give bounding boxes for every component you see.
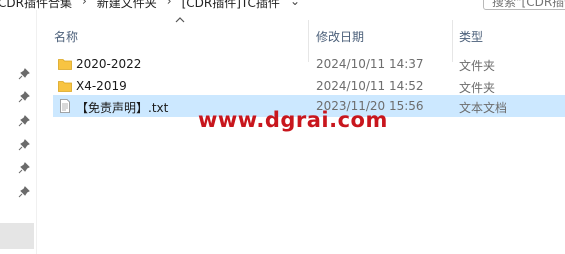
file-row[interactable]: 2020-2022 2024/10/11 14:37 文件夹 [53,53,565,75]
column-name[interactable]: 名称 [54,28,78,45]
pin-icon[interactable] [18,162,30,174]
folder-icon [58,81,72,92]
search-box[interactable] [483,0,565,10]
chevron-right-icon: › [166,0,172,8]
watermark: www.dgrai.com [198,108,388,132]
breadcrumb[interactable]: CDR插件合集 › 新建文件夹 › [CDR插件]TC插件 ⌄ [0,0,300,10]
search-input[interactable] [492,0,565,9]
navigation-pane [0,10,37,254]
file-date: 2024/10/11 14:37 [316,57,424,71]
file-name[interactable]: 2020-2022 [76,57,141,71]
breadcrumb-item[interactable]: [CDR插件]TC插件 [182,0,280,10]
breadcrumb-item[interactable]: CDR插件合集 [0,0,72,10]
file-type: 文本文档 [459,101,508,115]
nav-item-selected[interactable] [0,223,34,249]
file-row[interactable]: X4-2019 2024/10/11 14:52 文件夹 [53,75,565,97]
pin-icon[interactable] [18,115,30,127]
column-date[interactable]: 修改日期 [316,28,364,45]
breadcrumb-item[interactable]: 新建文件夹 [97,0,157,10]
address-bar: CDR插件合集 › 新建文件夹 › [CDR插件]TC插件 ⌄ [0,0,565,10]
pin-icon[interactable] [18,186,30,198]
text-file-icon [60,99,70,113]
chevron-right-icon: › [81,0,87,8]
sort-ascending-icon [175,17,185,23]
chevron-down-icon[interactable]: ⌄ [290,0,300,10]
folder-icon [58,59,72,70]
file-type: 文件夹 [459,81,496,95]
file-name[interactable]: 【免责声明】.txt [76,99,168,116]
pin-icon[interactable] [18,68,30,80]
column-header: 名称 修改日期 类型 [36,10,565,62]
pin-icon[interactable] [18,139,30,151]
column-type[interactable]: 类型 [459,28,483,45]
file-type: 文件夹 [459,59,496,73]
pin-icon[interactable] [18,91,30,103]
file-name[interactable]: X4-2019 [76,79,127,93]
file-date: 2024/10/11 14:52 [316,79,424,93]
